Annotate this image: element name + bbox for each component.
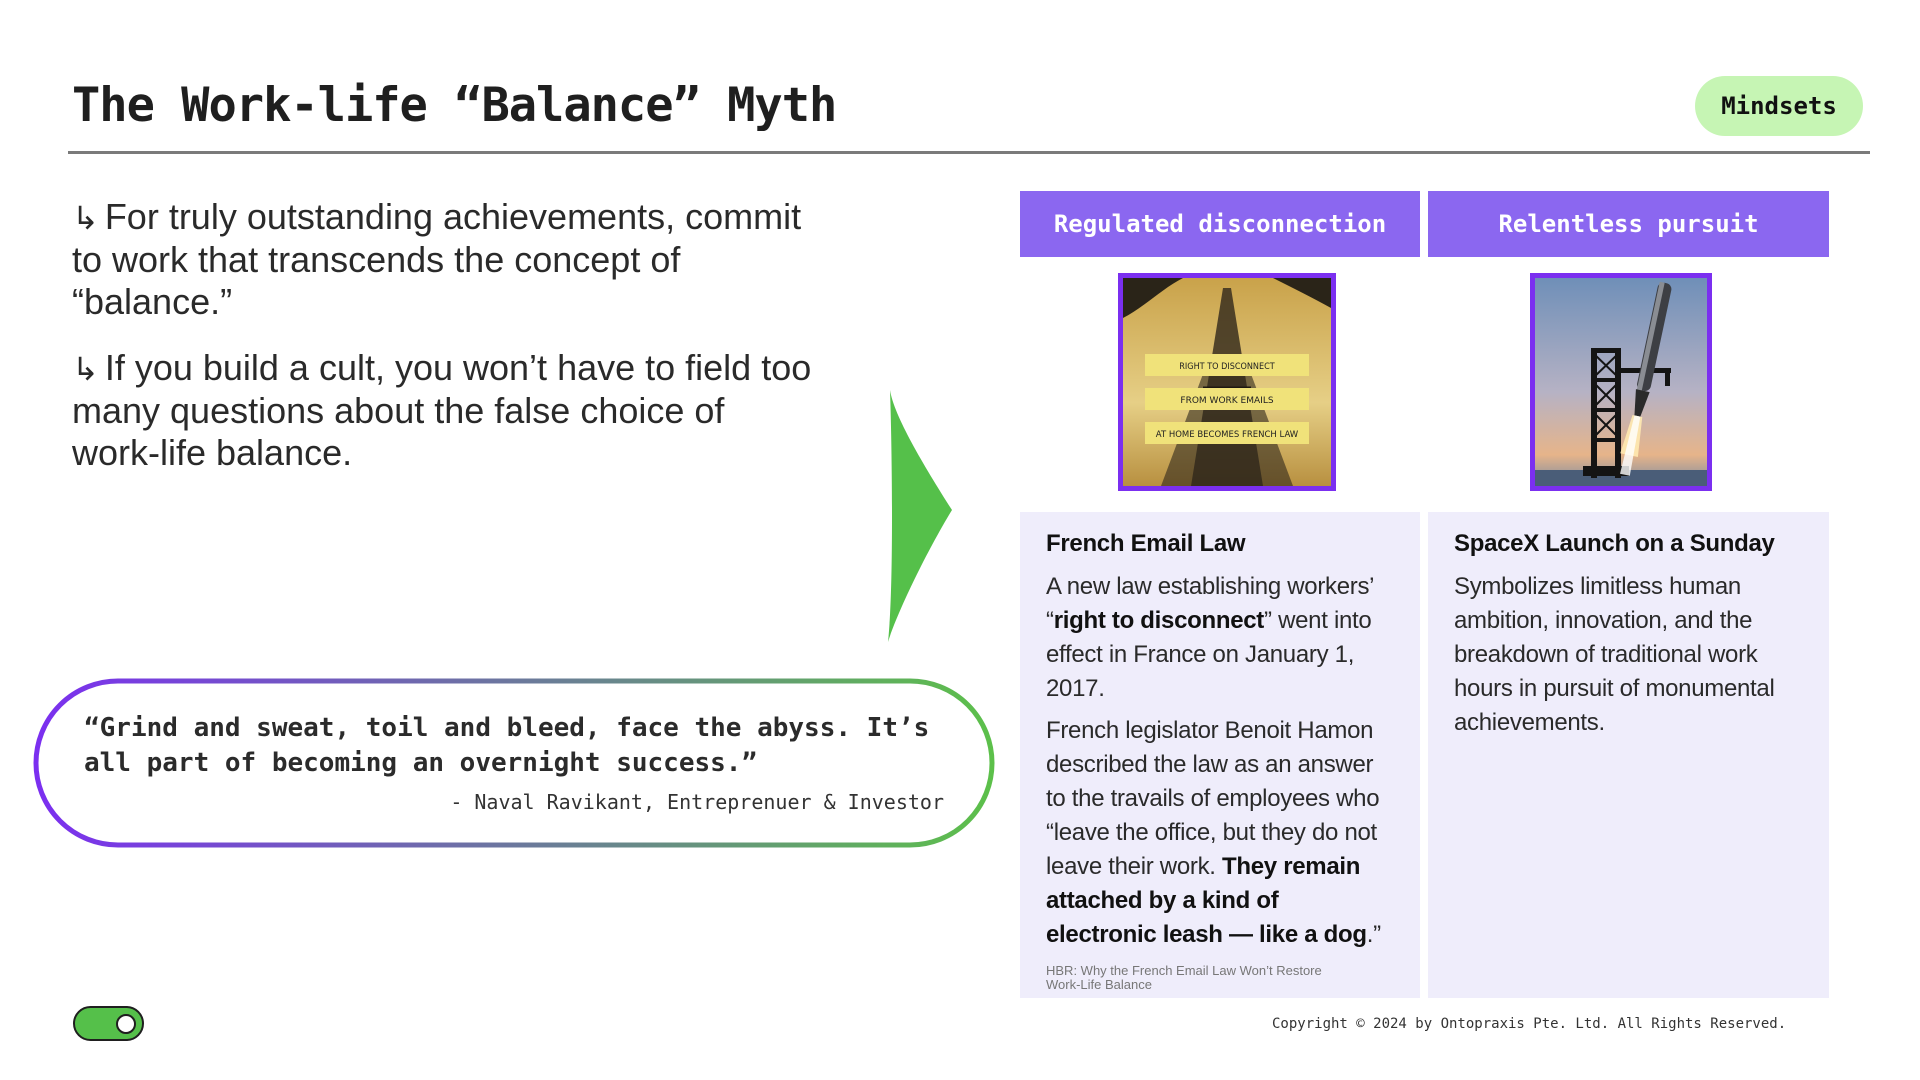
column-header-relentless: Relentless pursuit xyxy=(1428,191,1829,257)
copyright-text: Copyright © 2024 by Ontopraxis Pte. Ltd.… xyxy=(1272,1016,1787,1032)
eiffel-tower-image: RIGHT TO DISCONNECT FROM WORK EMAILS AT … xyxy=(1118,273,1336,491)
panel-title: French Email Law xyxy=(1046,530,1246,557)
return-arrow-icon: ↳ xyxy=(72,199,99,237)
panel-paragraph: Symbolizes limitless human ambition, inn… xyxy=(1454,573,1775,736)
page-title: The Work-life “Balance” Myth xyxy=(72,78,837,133)
quote-text: “Grind and sweat, toil and bleed, face t… xyxy=(84,713,930,778)
toggle-switch[interactable] xyxy=(73,1006,144,1041)
panel-paragraph: French legislator Benoit Hamon described… xyxy=(1046,717,1381,948)
image-caption-line: FROM WORK EMAILS xyxy=(1180,396,1273,406)
panel-title: SpaceX Launch on a Sunday xyxy=(1454,530,1775,557)
title-divider xyxy=(68,151,1870,154)
panel-paragraph: A new law establishing workers’ “right t… xyxy=(1046,573,1374,702)
image-caption-line: RIGHT TO DISCONNECT xyxy=(1179,362,1274,372)
right-arrow-icon xyxy=(888,390,952,642)
bullet-item: ↳ For truly outstanding achievements, com… xyxy=(72,196,812,323)
source-citation: HBR: Why the French Email Law Won’t Rest… xyxy=(1046,963,1322,992)
toggle-knob xyxy=(116,1014,136,1034)
bullet-text: If you build a cult, you won’t have to f… xyxy=(72,347,812,473)
rocket-launch-image xyxy=(1530,273,1712,491)
category-tag: Mindsets xyxy=(1695,76,1863,136)
image-caption-line: AT HOME BECOMES FRENCH LAW xyxy=(1156,430,1299,440)
bullet-list: ↳ For truly outstanding achievements, com… xyxy=(72,196,812,498)
quote-attribution: - Naval Ravikant, Entreprenuer & Investo… xyxy=(450,790,944,814)
french-email-law-panel: French Email Law A new law establishing … xyxy=(1020,512,1420,998)
bullet-text: For truly outstanding achievements, comm… xyxy=(72,196,802,322)
bullet-item: ↳ If you build a cult, you won’t have to … xyxy=(72,347,812,474)
spacex-launch-panel: SpaceX Launch on a Sunday Symbolizes lim… xyxy=(1428,512,1829,998)
column-header-regulated: Regulated disconnection xyxy=(1020,191,1420,257)
return-arrow-icon: ↳ xyxy=(72,350,99,388)
